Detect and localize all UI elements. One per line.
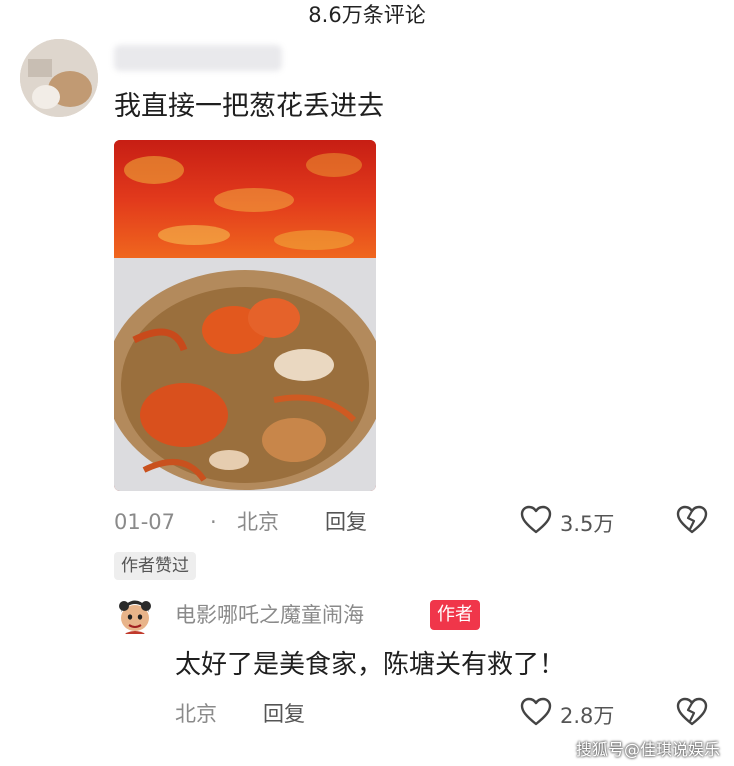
reply-reply-button[interactable]: 回复 (263, 700, 305, 728)
author-liked-tag: 作者赞过 (114, 552, 196, 580)
reply-like-count: 2.8万 (560, 703, 615, 728)
reply-like-button[interactable]: 2.8万 (520, 697, 614, 732)
heart-outline-icon (520, 697, 552, 732)
broken-heart-icon (675, 697, 709, 732)
meta-separator: · (210, 510, 217, 534)
comment-like-button[interactable]: 3.5万 (520, 505, 614, 540)
reply-location: 北京 (175, 702, 217, 726)
reply-author-name[interactable]: 电影哪吒之魔童闹海 (175, 601, 364, 629)
comment-like-count: 3.5万 (560, 511, 615, 536)
comment-dislike-button[interactable] (675, 505, 709, 540)
reply-dislike-button[interactable] (675, 697, 709, 732)
reply-text: 太好了是美食家，陈塘关有救了！ (175, 650, 566, 680)
author-badge: 作者 (430, 600, 480, 630)
commenter-username-blurred[interactable] (114, 45, 282, 71)
broken-heart-icon (675, 505, 709, 540)
author-avatar[interactable] (114, 594, 156, 636)
heart-outline-icon (520, 505, 552, 540)
commenter-avatar[interactable] (20, 39, 98, 117)
comment-reply-button[interactable]: 回复 (325, 508, 367, 536)
comment-location: 北京 (237, 510, 279, 534)
comment-date: 01-07 (114, 510, 176, 534)
comment-photo[interactable] (114, 140, 376, 491)
comments-count-header: 8.6万条评论 (308, 3, 426, 27)
comment-text: 我直接一把葱花丢进去 (114, 91, 384, 122)
watermark: 搜狐号@佳琪说娱乐 (575, 740, 720, 759)
